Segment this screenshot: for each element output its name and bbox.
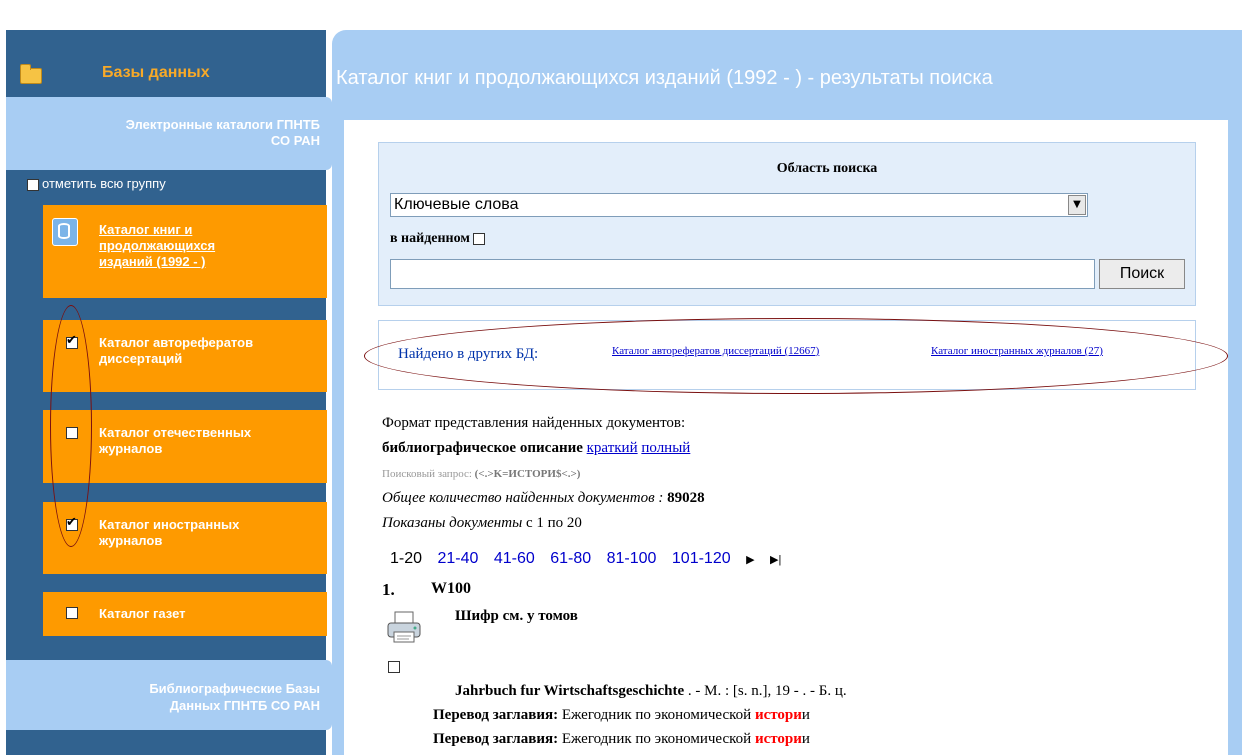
record-number: 1.: [382, 580, 395, 599]
next-page-icon[interactable]: ▶: [746, 554, 754, 566]
format-options: библиографическое описание краткий полны…: [382, 440, 690, 457]
database-icon: [52, 218, 78, 246]
record-description: Jahrbuch fur Wirtschaftsgeschichte . - M…: [455, 683, 847, 700]
record-translation: Перевод заглавия: Ежегодник по экономиче…: [433, 707, 810, 724]
format-current: библиографическое описание: [382, 440, 583, 456]
total-found: Общее количество найденных документов : …: [382, 490, 705, 506]
chevron-down-icon[interactable]: ▼: [1068, 195, 1086, 215]
section-label-line: Электронные каталоги ГПНТБ: [125, 117, 320, 132]
translation-suffix: и: [801, 731, 810, 747]
main-frame-top: [332, 30, 1242, 60]
format-title: Формат представления найденных документо…: [382, 415, 686, 431]
catalog-label-line: продолжающихся: [99, 238, 216, 253]
select-all-label: отметить всю группу: [42, 176, 166, 191]
catalog-label-line: журналов: [99, 441, 163, 456]
query-value: (<.>K=ИСТОРИ$<.>): [474, 468, 581, 480]
search-input[interactable]: [390, 259, 1095, 289]
in-found-label: в найденном: [390, 231, 470, 246]
sidebar-section-bibliographic-db[interactable]: Библиографические Базы Данных ГПНТБ СО Р…: [6, 660, 332, 730]
search-area-value: Ключевые слова: [394, 196, 519, 213]
pager-link[interactable]: 21-40: [437, 550, 478, 567]
translation-text: Ежегодник по экономической: [561, 707, 755, 723]
translation-label: Перевод заглавия:: [433, 707, 559, 723]
printer-icon[interactable]: [385, 610, 425, 645]
record-imprint: . - M. : [s. n.], 19 - . - Б. ц.: [687, 683, 847, 699]
translation-text: Ежегодник по экономической: [561, 731, 755, 747]
sidebar-title: Базы данных: [102, 64, 210, 81]
shown-range: Показаны документы с 1 по 20: [382, 515, 582, 532]
select-all-group[interactable]: отметить всю группу: [27, 176, 166, 191]
main-header: Каталог книг и продолжающихся изданий (1…: [332, 60, 1242, 120]
last-page-icon[interactable]: ▶|: [770, 554, 781, 566]
format-full-link[interactable]: полный: [641, 440, 690, 456]
sidebar-section-e-catalogs[interactable]: Электронные каталоги ГПНТБ СО РАН: [6, 97, 332, 170]
catalog-label-line: Каталог книг и: [99, 222, 193, 237]
top-strip: [6, 0, 1242, 30]
pager-link[interactable]: 101-120: [672, 550, 731, 567]
catalog-label-line: изданий (1992 - ): [99, 254, 206, 269]
catalog-link-books[interactable]: Каталог книг и продолжающихся изданий (1…: [99, 222, 215, 270]
record-title: Jahrbuch fur Wirtschaftsgeschichte: [455, 683, 685, 699]
catalog-label-line: Каталог газет: [99, 606, 186, 621]
annotation-oval-checkboxes: [50, 305, 92, 547]
catalog-label-line: Каталог отечественных: [99, 425, 252, 440]
catalog-item-newspapers[interactable]: Каталог газет: [43, 592, 327, 636]
total-value: 89028: [667, 490, 705, 506]
translation-highlight: истори: [754, 731, 802, 747]
annotation-oval-found: [364, 318, 1228, 394]
record-translation: Перевод заглавия: Ежегодник по экономиче…: [433, 731, 810, 748]
pager-link[interactable]: 41-60: [494, 550, 535, 567]
catalog-label-line: диссертаций: [99, 351, 183, 366]
search-panel: Область поиска Ключевые слова ▼ в найден…: [378, 142, 1196, 306]
search-query: Поисковый запрос: (<.>K=ИСТОРИ$<.>): [382, 468, 580, 480]
query-label: Поисковый запрос:: [382, 468, 472, 480]
translation-suffix: и: [801, 707, 810, 723]
select-all-checkbox[interactable]: [27, 178, 39, 191]
pager-link[interactable]: 81-100: [607, 550, 657, 567]
translation-highlight: истори: [754, 707, 802, 723]
format-short-link[interactable]: краткий: [587, 440, 638, 456]
section-label-line: Библиографические Базы: [149, 681, 320, 696]
catalog-checkbox-newspapers[interactable]: [66, 607, 78, 619]
total-label: Общее количество найденных документов: [382, 490, 655, 506]
in-found-checkbox[interactable]: [472, 232, 485, 245]
record-select-checkbox[interactable]: [388, 661, 400, 673]
main-frame-right: [1228, 120, 1242, 755]
section-label-line: Данных ГПНТБ СО РАН: [169, 698, 320, 713]
search-button[interactable]: Поиск: [1099, 259, 1185, 289]
record-cipher: Шифр см. у томов: [455, 608, 578, 624]
section-label-line: СО РАН: [270, 133, 320, 148]
shown-range-value: с 1 по 20: [525, 515, 582, 531]
translation-label: Перевод заглавия:: [433, 731, 559, 747]
shown-label: Показаны документы: [382, 515, 523, 531]
catalog-label-line: Каталог иностранных: [99, 517, 240, 532]
search-area-select[interactable]: Ключевые слова ▼: [390, 193, 1088, 217]
sidebar-header: Базы данных: [6, 60, 326, 92]
catalog-label-line: журналов: [99, 533, 163, 548]
catalog-item-books[interactable]: Каталог книг и продолжающихся изданий (1…: [43, 205, 327, 298]
in-found-option[interactable]: в найденном: [390, 231, 485, 247]
pager: 1-20 21-40 41-60 61-80 81-100 101-120 ▶ …: [390, 550, 792, 568]
catalog-label-line: Каталог авторефератов: [99, 335, 254, 350]
main-frame-left: [332, 120, 344, 755]
folder-icon: [20, 64, 42, 84]
pager-current: 1-20: [390, 550, 423, 567]
record-code: W100: [431, 580, 471, 597]
page-title: Каталог книг и продолжающихся изданий (1…: [336, 67, 993, 89]
search-area-label: Область поиска: [776, 161, 878, 176]
pager-link[interactable]: 61-80: [550, 550, 591, 567]
